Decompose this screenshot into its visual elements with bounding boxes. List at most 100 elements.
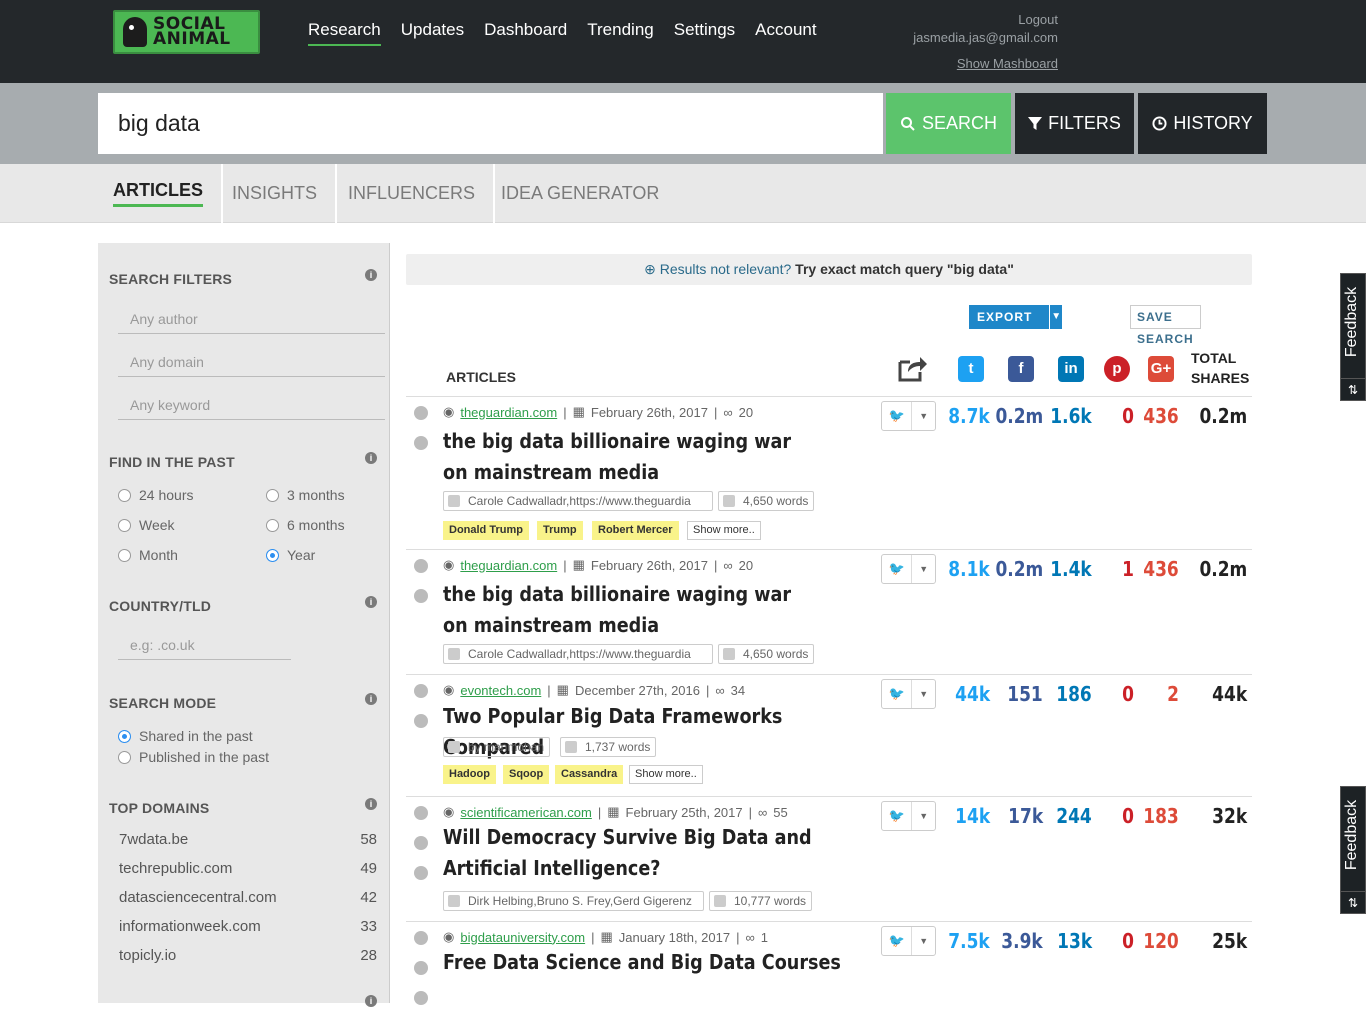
article-links[interactable]: 20 bbox=[739, 405, 753, 420]
article-title[interactable]: Free Data Science and Big Data Courses bbox=[443, 947, 848, 978]
tweet-button[interactable]: 🐦 ▼ bbox=[881, 801, 936, 831]
tweet-button[interactable]: 🐦 ▼ bbox=[881, 401, 936, 431]
filters-button[interactable]: FILTERS bbox=[1015, 93, 1134, 154]
info-icon[interactable]: i bbox=[365, 995, 377, 1007]
target-icon[interactable] bbox=[414, 931, 428, 945]
domain-item[interactable]: 7wdata.be 58 bbox=[119, 831, 377, 848]
keyword-field[interactable]: Any keyword bbox=[118, 390, 385, 420]
article-links[interactable]: 20 bbox=[739, 558, 753, 573]
radio-24-hours[interactable]: 24 hours bbox=[118, 487, 193, 503]
search-button[interactable]: SEARCH bbox=[886, 93, 1011, 154]
pinterest-count: 0 bbox=[1122, 929, 1134, 953]
radio-week[interactable]: Week bbox=[118, 517, 175, 533]
add-icon[interactable] bbox=[414, 961, 428, 975]
tab-insights[interactable]: INSIGHTS bbox=[214, 164, 338, 223]
radio-3-months[interactable]: 3 months bbox=[266, 487, 345, 503]
author-chip[interactable]: Carole Cadwalladr,https://www.theguardia bbox=[443, 491, 713, 511]
article-title[interactable]: Will Democracy Survive Big Data and Arti… bbox=[443, 822, 848, 884]
show-mashboard-link[interactable]: Show Mashboard bbox=[913, 55, 1058, 73]
tweet-button[interactable]: 🐦 ▼ bbox=[881, 554, 936, 584]
chevron-down-icon[interactable]: ▼ bbox=[1049, 305, 1063, 329]
show-more-button[interactable]: Show more.. bbox=[687, 521, 761, 540]
nav-research[interactable]: Research bbox=[308, 20, 381, 46]
relevance-notice[interactable]: ⊕ Results not relevant? Try exact match … bbox=[406, 254, 1252, 285]
articles-column-header: ARTICLES bbox=[446, 369, 516, 385]
export-csv-button[interactable]: EXPORT TO CSV ▼ bbox=[969, 305, 1063, 348]
chevron-down-icon[interactable]: ▼ bbox=[911, 802, 935, 830]
nav-trending[interactable]: Trending bbox=[587, 20, 653, 46]
target-icon[interactable] bbox=[414, 806, 428, 820]
exact-match-link[interactable]: Try exact match query "big data" bbox=[795, 261, 1014, 277]
article-links[interactable]: 55 bbox=[773, 805, 787, 820]
keyword-tag[interactable]: Robert Mercer bbox=[592, 521, 679, 540]
add-icon[interactable] bbox=[414, 589, 428, 603]
comment-icon[interactable] bbox=[414, 991, 428, 1005]
country-field[interactable]: e.g: .co.uk bbox=[118, 630, 291, 660]
author-chip[interactable]: by manmohan bbox=[443, 737, 551, 757]
author-field[interactable]: Any author bbox=[118, 304, 385, 334]
keyword-tag[interactable]: Donald Trump bbox=[443, 521, 529, 540]
article-title[interactable]: the big data billionaire waging war on m… bbox=[443, 426, 804, 488]
keyword-tag[interactable]: Cassandra bbox=[555, 765, 624, 784]
chevron-down-icon[interactable]: ▼ bbox=[911, 402, 935, 430]
tab-influencers[interactable]: INFLUENCERS bbox=[330, 164, 496, 223]
info-icon[interactable]: i bbox=[365, 596, 377, 608]
nav-dashboard[interactable]: Dashboard bbox=[484, 20, 567, 46]
article-domain[interactable]: theguardian.com bbox=[460, 558, 557, 573]
domain-field[interactable]: Any domain bbox=[118, 347, 385, 377]
save-search-button[interactable]: SAVE SEARCH bbox=[1130, 305, 1201, 346]
add-icon[interactable] bbox=[414, 714, 428, 728]
row-action-icons bbox=[414, 806, 430, 896]
article-links[interactable]: 1 bbox=[761, 930, 768, 945]
search-input[interactable]: big data bbox=[98, 93, 883, 154]
nav-settings[interactable]: Settings bbox=[674, 20, 735, 46]
target-icon[interactable] bbox=[414, 406, 428, 420]
target-icon[interactable] bbox=[414, 684, 428, 698]
domain-item[interactable]: datasciencecentral.com 42 bbox=[119, 889, 377, 906]
add-icon[interactable] bbox=[414, 436, 428, 450]
info-icon[interactable]: i bbox=[365, 798, 377, 810]
feedback-tab[interactable]: Feedback ⇅ bbox=[1340, 786, 1366, 914]
social-animal-logo[interactable]: SOCIAL ANIMAL bbox=[113, 10, 260, 54]
keyword-tag[interactable]: Hadoop bbox=[443, 765, 496, 784]
chevron-down-icon[interactable]: ▼ bbox=[911, 555, 935, 583]
keyword-tag[interactable]: Sqoop bbox=[503, 765, 550, 784]
article-domain[interactable]: theguardian.com bbox=[460, 405, 557, 420]
radio-month[interactable]: Month bbox=[118, 547, 178, 563]
domain-item[interactable]: topicly.io 28 bbox=[119, 947, 377, 964]
add-icon[interactable] bbox=[414, 836, 428, 850]
info-icon[interactable]: i bbox=[365, 269, 377, 281]
tweet-button[interactable]: 🐦 ▼ bbox=[881, 679, 936, 709]
tab-idea-generator[interactable]: IDEA GENERATOR bbox=[483, 164, 677, 223]
article-title[interactable]: the big data billionaire waging war on m… bbox=[443, 579, 804, 641]
article-domain[interactable]: evontech.com bbox=[460, 683, 541, 698]
comment-icon[interactable] bbox=[414, 866, 428, 880]
info-icon[interactable]: i bbox=[365, 693, 377, 705]
radio-6-months[interactable]: 6 months bbox=[266, 517, 345, 533]
show-more-button[interactable]: Show more.. bbox=[629, 765, 703, 784]
author-chip[interactable]: Carole Cadwalladr,https://www.theguardia bbox=[443, 644, 713, 664]
chevron-down-icon[interactable]: ▼ bbox=[911, 927, 935, 955]
chevron-down-icon[interactable]: ▼ bbox=[911, 680, 935, 708]
info-icon[interactable]: i bbox=[365, 452, 377, 464]
history-button[interactable]: HISTORY bbox=[1138, 93, 1267, 154]
radio-circle-selected bbox=[118, 729, 131, 743]
tweet-button[interactable]: 🐦 ▼ bbox=[881, 926, 936, 956]
domain-item[interactable]: informationweek.com 33 bbox=[119, 918, 377, 935]
article-domain[interactable]: scientificamerican.com bbox=[460, 805, 592, 820]
tab-articles[interactable]: ARTICLES bbox=[95, 164, 223, 223]
target-icon[interactable] bbox=[414, 559, 428, 573]
domain-item[interactable]: techrepublic.com 49 bbox=[119, 860, 377, 877]
radio-published-in-past[interactable]: Published in the past bbox=[118, 749, 269, 765]
nav-account[interactable]: Account bbox=[755, 20, 816, 46]
article-domain[interactable]: bigdatauniversity.com bbox=[460, 930, 585, 945]
radio-year[interactable]: Year bbox=[266, 547, 315, 563]
logout-link[interactable]: Logout bbox=[913, 11, 1058, 29]
feedback-tab[interactable]: Feedback ⇅ bbox=[1340, 273, 1366, 401]
keyword-tag[interactable]: Trump bbox=[537, 521, 583, 540]
radio-shared-in-past[interactable]: Shared in the past bbox=[118, 728, 253, 744]
linkedin-count: 186 bbox=[1056, 682, 1092, 706]
nav-updates[interactable]: Updates bbox=[401, 20, 464, 46]
author-chip[interactable]: Dirk Helbing,Bruno S. Frey,Gerd Gigerenz bbox=[443, 891, 704, 911]
article-links[interactable]: 34 bbox=[731, 683, 745, 698]
